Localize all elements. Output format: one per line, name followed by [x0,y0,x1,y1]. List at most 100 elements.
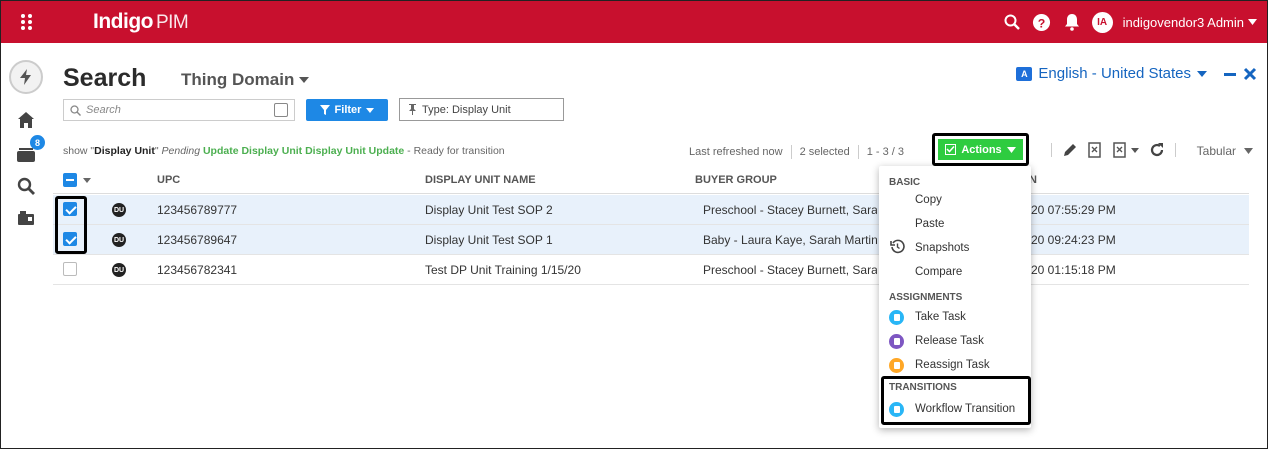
search-rail-icon[interactable] [11,171,41,201]
table-row[interactable]: DU 123456782341 Test DP Unit Training 1/… [53,255,1249,285]
user-name-label: indigovendor3 Admin [1122,14,1244,30]
cell-date: 20 07:55:29 PM [1031,203,1116,217]
cell-buyer-group: Preschool - Stacey Burnett, Sara [703,263,877,277]
home-icon[interactable] [11,105,41,135]
edit-pencil-icon[interactable] [1062,142,1078,158]
result-range: 1 - 3 / 3 [866,146,905,158]
logo-suffix: PIM [155,12,189,33]
export-options-icon [1113,142,1126,158]
checkbox-highlight [55,196,87,254]
last-refreshed: Last refreshed now [689,146,783,158]
cell-buyer-group: Baby - Laura Kaye, Sarah Martin [703,233,877,247]
close-icon[interactable] [1243,64,1257,87]
left-rail: 8 [1,43,51,448]
app-logo[interactable]: Indigo PIM [93,10,189,34]
chevron-down-icon [1248,19,1257,25]
menu-item-compare[interactable]: Compare [915,266,962,278]
type-chip-label: Type: Display Unit [422,103,511,116]
pin-icon [409,104,416,115]
search-icon [70,104,81,116]
workflow-transition-highlight [881,376,1031,425]
cell-date: 20 09:24:23 PM [1031,233,1116,247]
cell-upc: 123456782341 [157,263,238,277]
cell-upc: 123456789647 [157,233,238,247]
display-unit-badge: DU [112,263,126,277]
display-unit-badge: DU [112,233,126,247]
actions-label: Actions [961,143,1002,156]
select-all-checkbox[interactable] [63,173,77,187]
menu-item-release-task[interactable]: Release Task [915,335,984,347]
refresh-icon[interactable] [1149,142,1165,158]
chevron-down-icon [1006,146,1016,153]
menu-item-copy[interactable]: Copy [915,194,942,206]
divider [1175,143,1176,157]
menu-item-snapshots[interactable]: Snapshots [915,242,969,254]
filter-label: Filter [334,104,362,116]
export-options-menu[interactable] [1113,142,1139,158]
cell-display-unit-name: Test DP Unit Training 1/15/20 [425,263,581,277]
apps-menu-icon[interactable] [1,1,53,43]
translate-icon: A [1016,66,1033,81]
language-selector[interactable]: A English - United States [1016,65,1207,82]
release-task-icon [889,334,904,349]
export-icon[interactable] [1088,142,1103,158]
actions-button[interactable]: Actions [938,139,1023,160]
chevron-down-icon[interactable] [83,178,91,183]
cell-buyer-group: Preschool - Stacey Burnett, Sara [703,203,877,217]
logo-text: Indigo [93,10,153,33]
divider [857,145,859,159]
view-mode-selector[interactable]: Tabular [1197,144,1253,158]
domain-label: Thing Domain [181,70,295,89]
table-row[interactable]: DU 123456789777 Display Unit Test SOP 2 … [53,195,1249,225]
lightning-icon[interactable] [9,60,43,94]
language-label: English - United States [1038,65,1191,82]
column-header-upc[interactable]: UPC [157,174,180,186]
user-avatar[interactable]: IA [1091,11,1113,33]
menu-section-assignments: ASSIGNMENTS [889,292,963,303]
row-checkbox[interactable] [63,262,77,276]
column-header-buyer-group[interactable]: BUYER GROUP [695,174,777,186]
checkbox-icon [945,144,957,155]
reassign-task-icon [889,358,904,373]
minimize-icon[interactable] [1223,64,1237,87]
take-task-icon [889,310,904,325]
search-icon[interactable] [1002,12,1022,32]
import-icon[interactable] [11,203,41,233]
table-row[interactable]: DU 123456789647 Display Unit Test SOP 1 … [53,225,1249,255]
status-suffix: - Ready for transition [404,145,505,157]
help-icon[interactable]: ? [1032,12,1052,32]
workflow-status-text: show "Display Unit" Pending Update Displ… [63,145,505,157]
chevron-down-icon [1131,147,1139,153]
page-title: Search [63,64,147,92]
status-entity: Display Unit [94,145,155,157]
filter-button[interactable]: Filter [306,99,388,121]
image-search-icon[interactable] [274,103,288,117]
type-filter-chip[interactable]: Type: Display Unit [399,98,564,121]
search-input[interactable]: Search [63,99,295,121]
divider [790,145,792,159]
domain-selector[interactable]: Thing Domain [181,70,310,90]
status-prefix: show " [63,145,95,157]
history-icon [890,239,905,254]
notifications-bell-icon[interactable] [1062,12,1082,32]
status-workflow: Update Display Unit Display Unit Update [202,145,405,157]
status-pending: Pending [161,145,203,157]
menu-item-reassign-task[interactable]: Reassign Task [915,359,990,371]
menu-item-take-task[interactable]: Take Task [915,311,966,323]
tasks-count-badge: 8 [30,135,45,150]
status-quote: " [154,145,162,157]
actions-highlight: Actions [932,133,1029,166]
user-menu[interactable]: indigovendor3 Admin [1123,15,1257,30]
chevron-down-icon [299,77,310,83]
cell-display-unit-name: Display Unit Test SOP 1 [425,233,553,247]
column-header-display-unit-name[interactable]: DISPLAY UNIT NAME [425,174,536,186]
view-mode-label: Tabular [1196,144,1236,158]
tasks-icon[interactable]: 8 [11,135,45,169]
chevron-down-icon [366,107,375,113]
chevron-down-icon [1244,148,1253,154]
cell-display-unit-name: Display Unit Test SOP 2 [425,203,553,217]
top-bar: Indigo PIM ? IA indigovendor3 Admin [1,1,1267,43]
menu-item-paste[interactable]: Paste [915,218,944,230]
cell-upc: 123456789777 [157,203,238,217]
table-header: UPC DISPLAY UNIT NAME BUYER GROUP N [53,166,1249,194]
